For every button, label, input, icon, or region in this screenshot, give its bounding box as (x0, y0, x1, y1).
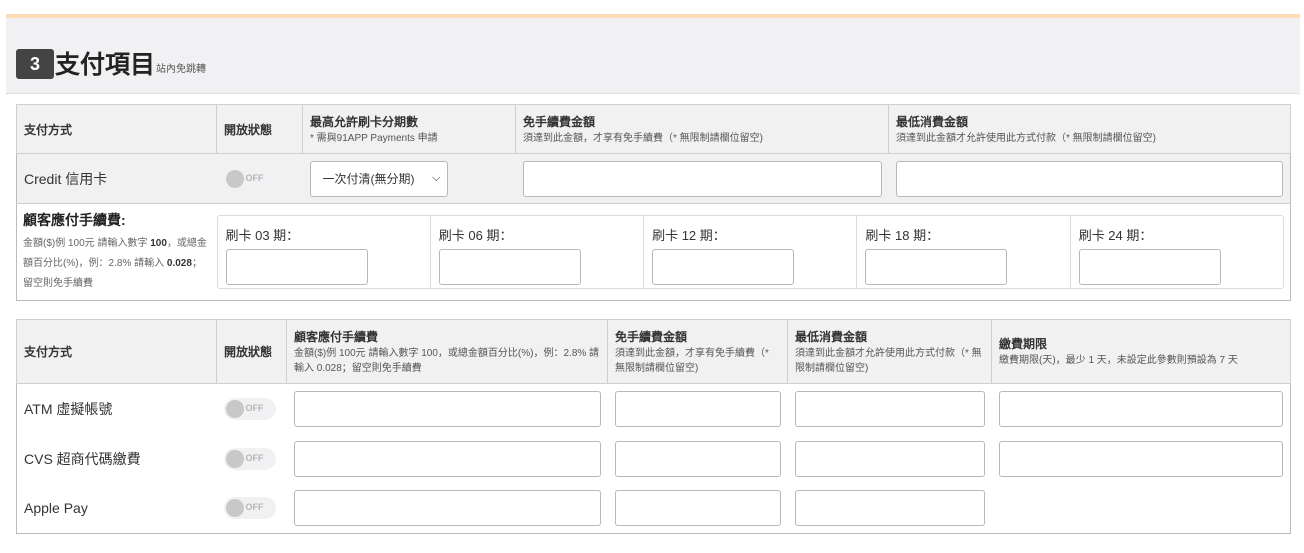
period-label: 刷卡 06 期： (438, 228, 513, 243)
deadline-input[interactable] (998, 440, 1283, 477)
period-fee-input[interactable] (652, 249, 795, 285)
period-fee-input[interactable] (1078, 249, 1221, 285)
period-12: 刷卡 12 期： (644, 216, 858, 288)
period-fee-input[interactable] (438, 249, 581, 285)
fee-free-input[interactable] (614, 490, 781, 527)
toggle-label: OFF (245, 402, 264, 413)
status-toggle[interactable]: OFF (223, 167, 276, 190)
installment-fee-group: 刷卡 03 期： 刷卡 06 期： 刷卡 12 期： 刷卡 18 期： 刷卡 2… (216, 215, 1284, 289)
col-header-status: 開放狀態 (216, 104, 303, 154)
deadline-input[interactable] (998, 390, 1283, 427)
min-spend-input[interactable] (794, 440, 985, 477)
header-note: 金額($)例 100元 請輸入數字 100，或總金額百分比(%)，例：2.8% … (294, 347, 600, 374)
header-note: 繳費期限(天)，最少 1 天，未設定此參數則預設為 7 天 (999, 355, 1238, 366)
status-toggle[interactable]: OFF (223, 397, 276, 420)
header-label: 免手續費金額 (523, 114, 596, 129)
period-label: 刷卡 18 期： (865, 228, 940, 243)
section-number-badge: 3 (16, 49, 54, 79)
col-header-status: 開放狀態 (216, 319, 287, 384)
period-fee-input[interactable] (225, 249, 368, 285)
payment-method-name: ATM 虛擬帳號 (24, 400, 113, 417)
header-note: 須達到此金額，才享有免手續費（* 無限制請欄位留空) (523, 132, 763, 144)
status-toggle[interactable]: OFF (223, 497, 276, 520)
header-note: 須達到此金額才允許使用此方式付款（* 無限制請欄位留空) (795, 347, 982, 374)
header-note: 須達到此金額才允許使用此方式付款（* 無限制請欄位留空) (896, 132, 1156, 144)
fee-label-cell: 顧客應付手續費: 金額($)例 100元 請輸入數字 100，或總金額百分比(%… (17, 204, 217, 301)
col-header-fee-free: 免手續費金額 須達到此金額，才享有免手續費（* 無限制請欄位留空) (515, 104, 889, 154)
fee-label: 顧客應付手續費: (23, 212, 126, 228)
credit-payment-table: 支付方式 開放狀態 最高允許刷卡分期數 * 需與91APP Payments 申… (16, 104, 1291, 301)
toggle-knob (225, 169, 244, 188)
fee-free-input[interactable] (614, 390, 781, 427)
section-subtitle: 站內免跳轉 (156, 64, 206, 75)
col-header-fee: 顧客應付手續費 金額($)例 100元 請輸入數字 100，或總金額百分比(%)… (286, 319, 608, 384)
period-06: 刷卡 06 期： (431, 216, 645, 288)
section-header: 3 支付項目 站內免跳轉 (6, 18, 1300, 94)
header-note: * 需與91APP Payments 申請 (310, 132, 438, 144)
fee-free-input[interactable] (522, 160, 882, 197)
chevron-down-icon: ⌵ (432, 172, 441, 184)
payment-method-name: CVS 超商代碼繳費 (24, 450, 141, 467)
header-label: 最低消費金額 (896, 114, 969, 129)
period-18: 刷卡 18 期： (857, 216, 1071, 288)
header-note: 須達到此金額，才享有免手續費（* 無限制請欄位留空) (615, 347, 769, 374)
header-label: 免手續費金額 (615, 329, 688, 344)
table-row: 顧客應付手續費: 金額($)例 100元 請輸入數字 100，或總金額百分比(%… (17, 204, 1291, 301)
toggle-label: OFF (245, 502, 264, 513)
col-header-installments: 最高允許刷卡分期數 * 需與91APP Payments 申請 (302, 104, 516, 154)
table-row: ATM 虛擬帳號 OFF (17, 384, 1291, 434)
installment-selected-value: 一次付清(無分期) (322, 172, 415, 186)
col-header-min-spend: 最低消費金額 須達到此金額才允許使用此方式付款（* 無限制請欄位留空) (888, 104, 1291, 154)
period-label: 刷卡 03 期： (225, 228, 300, 243)
status-toggle[interactable]: OFF (223, 447, 276, 470)
fee-description: 金額($)例 100元 請輸入數字 100，或總金額百分比(%)，例：2.8% … (23, 238, 207, 289)
table-row: Credit 信用卡 OFF 一次付清(無分期) ⌵ (16, 153, 1291, 204)
fee-free-input[interactable] (614, 440, 781, 477)
min-spend-input[interactable] (794, 490, 985, 527)
header-label: 最低消費金額 (795, 329, 868, 344)
header-label: 繳費期限 (999, 337, 1048, 351)
min-spend-input[interactable] (895, 160, 1283, 197)
period-label: 刷卡 12 期： (652, 228, 726, 243)
payment-method-name: Apple Pay (24, 500, 88, 517)
col-header-deadline: 繳費期限 繳費期限(天)，最少 1 天，未設定此參數則預設為 7 天 (991, 319, 1291, 384)
col-header-method: 支付方式 (16, 104, 217, 154)
period-fee-input[interactable] (865, 249, 1008, 285)
min-spend-input[interactable] (794, 390, 985, 427)
period-03: 刷卡 03 期： (218, 216, 431, 288)
period-24: 刷卡 24 期： (1071, 216, 1283, 288)
toggle-knob (225, 399, 244, 418)
table-row: CVS 超商代碼繳費 OFF (17, 434, 1291, 484)
period-label: 刷卡 24 期： (1078, 228, 1153, 243)
col-header-method: 支付方式 (16, 319, 217, 384)
fee-input[interactable] (293, 440, 601, 477)
section-title: 支付項目 (55, 51, 156, 79)
fee-input[interactable] (293, 490, 601, 527)
toggle-label: OFF (245, 452, 264, 463)
fee-input[interactable] (293, 390, 601, 427)
toggle-knob (225, 449, 244, 468)
other-payment-table: 支付方式 開放狀態 顧客應付手續費 金額($)例 100元 請輸入數字 100，… (16, 319, 1291, 534)
installment-select[interactable]: 一次付清(無分期) ⌵ (309, 160, 448, 197)
header-label: 顧客應付手續費 (294, 329, 379, 344)
header-label: 最高允許刷卡分期數 (310, 114, 419, 129)
toggle-label: OFF (245, 172, 264, 183)
col-header-fee-free: 免手續費金額 須達到此金額，才享有免手續費（* 無限制請欄位留空) (607, 319, 788, 384)
payment-method-name: Credit 信用卡 (16, 153, 217, 204)
col-header-min-spend: 最低消費金額 須達到此金額才允許使用此方式付款（* 無限制請欄位留空) (787, 319, 992, 384)
toggle-knob (225, 499, 244, 518)
table-row: Apple Pay OFF (17, 484, 1291, 534)
